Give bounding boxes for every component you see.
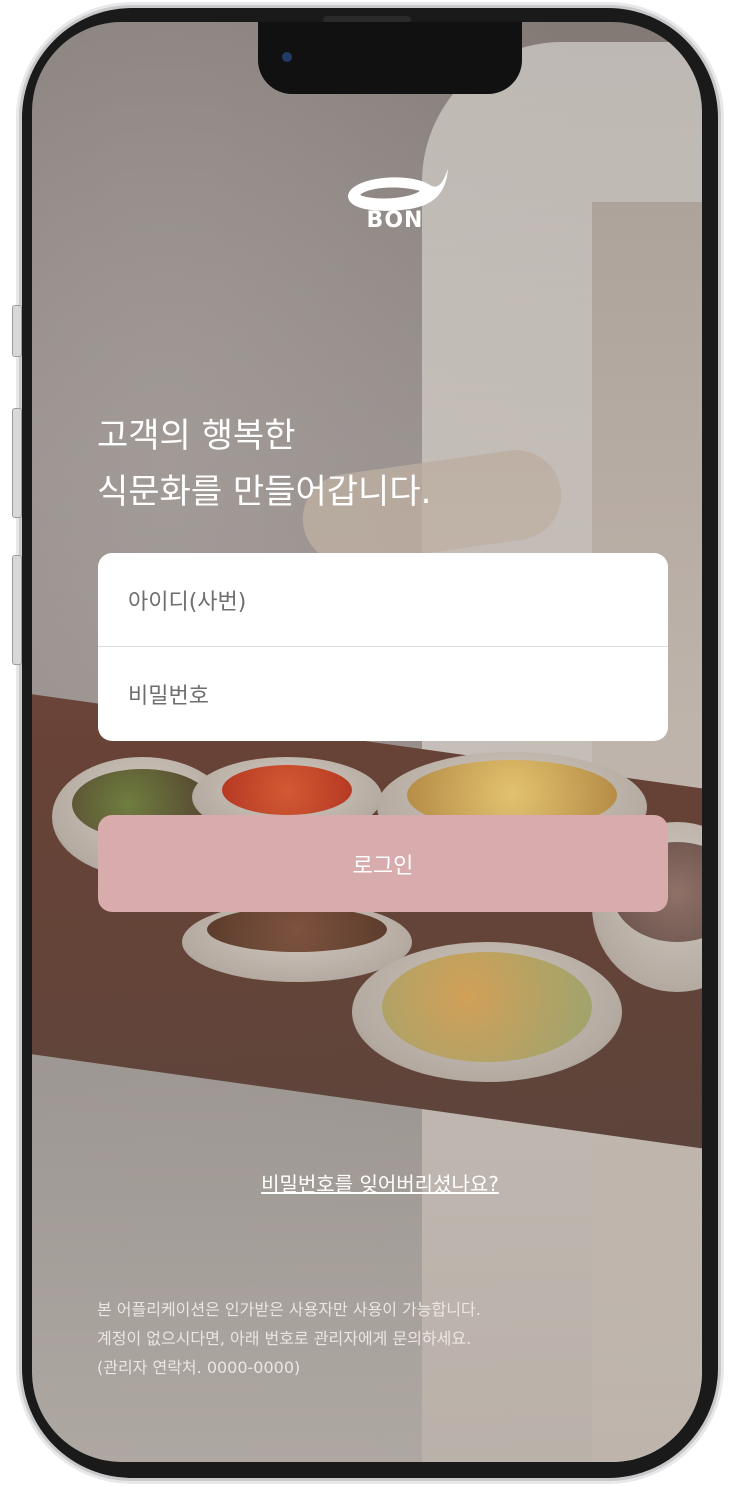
notice-line-3: (관리자 연락처. 0000-0000) [97,1358,301,1377]
login-form: 아이디(사번) 비밀번호 [98,553,668,741]
brand-logo-text: BON [366,208,424,233]
headline-line-1: 고객의 행복한 [97,416,296,456]
camera-icon [282,52,292,62]
volume-down-button [12,555,22,665]
notice-line-2: 계정이 없으시다면, 아래 번호로 관리자에게 문의하세요. [97,1329,472,1348]
mute-switch [12,305,22,357]
volume-up-button [12,408,22,518]
notice-line-1: 본 어플리케이션은 인가받은 사용자만 사용이 가능합니다. [97,1300,481,1319]
access-notice: 본 어플리케이션은 인가받은 사용자만 사용이 가능합니다. 계정이 없으시다면… [97,1295,637,1382]
password-input[interactable]: 비밀번호 [98,647,668,741]
headline-line-2: 식문화를 만들어갑니다. [97,472,432,512]
headline: 고객의 행복한 식문화를 만들어갑니다. [97,408,577,520]
login-button[interactable]: 로그인 [98,815,668,912]
user-id-input[interactable]: 아이디(사번) [98,553,668,647]
forgot-password-link[interactable]: 비밀번호를 잊어버리셨나요? [150,1168,610,1197]
notch [258,22,522,94]
